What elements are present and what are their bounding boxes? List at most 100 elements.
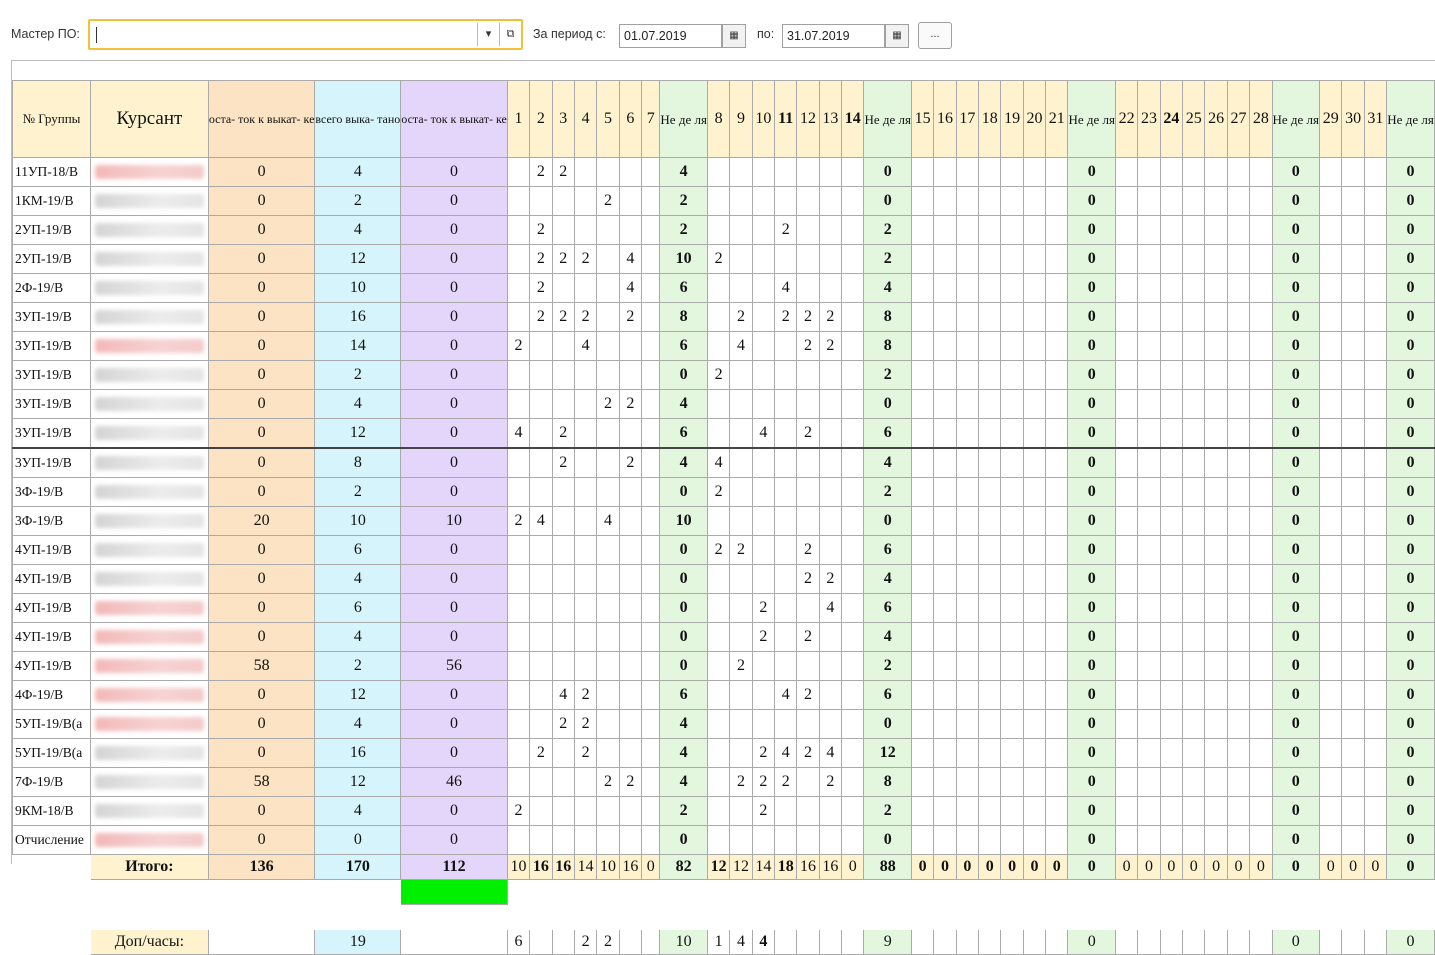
day-cell	[1159, 418, 1184, 449]
day-cell	[955, 564, 980, 594]
day-cell	[1249, 564, 1273, 594]
day-cell	[1137, 302, 1161, 332]
table-row[interactable]: 5УП-19/В(а 0 4 0 2 2 4 0 0 0 0	[12, 709, 1435, 739]
day-cell	[596, 418, 620, 449]
table-row[interactable]: 3УП-19/В 0 2 0 0 2 2 0 0 0	[12, 360, 1435, 390]
day-cell	[551, 273, 575, 303]
header-day: 3	[551, 80, 575, 158]
total-driven-cell: 12	[314, 767, 402, 797]
day-cell	[1022, 796, 1047, 826]
table-row[interactable]: 1КМ-19/В 0 2 0 2 2 0 0 0 0	[12, 186, 1435, 216]
table-row[interactable]: 3УП-19/В 0 14 0 2 4 6 4 2 2 8 0 0 0	[12, 331, 1435, 361]
redacted-name	[94, 252, 204, 266]
day-cell	[1341, 215, 1365, 245]
totals-day: 12	[729, 854, 753, 880]
day-cell	[506, 825, 531, 855]
week-total-cell: 0	[1386, 215, 1435, 245]
table-row[interactable]: 3УП-19/В 0 16 0 2 2 2 2 8 2 2 2 2 8 0 0 0	[12, 302, 1435, 332]
day-cell	[978, 389, 1002, 419]
day-cell	[1000, 622, 1024, 652]
table-row[interactable]: 4УП-19/В 0 4 0 0 2 2 4 0 0 0	[12, 564, 1435, 594]
day-cell: 4	[618, 244, 643, 274]
table-row[interactable]: 4Ф-19/В 0 12 0 4 2 6 4 2 6 0 0 0	[12, 680, 1435, 710]
day-cell	[796, 389, 820, 419]
day-cell	[751, 273, 776, 303]
totals-day: 0	[1341, 854, 1365, 880]
calendar-to-icon[interactable]: ▦	[885, 24, 909, 48]
day-cell	[729, 680, 753, 710]
empty-cell	[208, 905, 315, 930]
table-row[interactable]: 3УП-19/В 0 8 0 2 2 4 4 4 0 0 0	[12, 447, 1435, 478]
day-cell	[706, 593, 731, 623]
remaining-before-cell: 0	[207, 215, 316, 245]
day-cell	[910, 360, 935, 390]
day-cell	[618, 506, 643, 536]
day-cell	[1045, 738, 1069, 768]
day-cell: 2	[551, 244, 575, 274]
day-cell	[1159, 360, 1184, 390]
table-row[interactable]: 4УП-19/В 0 6 0 0 2 4 6 0 0 0	[12, 593, 1435, 623]
day-cell	[1022, 215, 1047, 245]
day-cell	[529, 564, 553, 594]
header-day: 12	[796, 80, 820, 158]
table-row[interactable]: 11УП-18/В 0 4 0 2 2 4 0 0 0 0	[12, 157, 1435, 187]
date-from-field[interactable]: 01.07.2019	[619, 24, 722, 48]
table-row[interactable]: 2УП-19/В 0 12 0 2 2 2 4 10 2 2 0 0 0	[12, 244, 1435, 274]
table-row[interactable]: 9КМ-18/В 0 4 0 2 2 2 2 0 0 0	[12, 796, 1435, 826]
day-cell	[910, 157, 935, 187]
select-period-button[interactable]: ...	[918, 22, 952, 49]
day-cell	[1363, 622, 1388, 652]
day-cell	[955, 535, 980, 565]
day-cell	[1319, 186, 1343, 216]
week-total-cell: 0	[1067, 389, 1116, 419]
date-to-field[interactable]: 31.07.2019	[782, 24, 885, 48]
dropdown-arrow-icon[interactable]: ▾	[477, 23, 499, 46]
day-cell: 2	[751, 593, 776, 623]
day-cell	[1319, 331, 1343, 361]
day-cell	[573, 564, 598, 594]
day-cell	[1114, 564, 1139, 594]
table-row[interactable]: 3УП-19/В 0 12 0 4 2 6 4 2 6 0 0 0	[12, 418, 1435, 449]
table-row[interactable]: 3Ф-19/В 20 10 10 2 4 4 10 0 0 0 0	[12, 506, 1435, 536]
calendar-from-icon[interactable]: ▦	[722, 24, 746, 48]
table-row[interactable]: 2Ф-19/В 0 10 0 2 4 6 4 4 0 0 0	[12, 273, 1435, 303]
day-cell	[1182, 622, 1206, 652]
table-row[interactable]: Отчисление 0 0 0 0 0 0 0 0	[12, 825, 1435, 855]
extra-week: 10	[659, 929, 708, 955]
day-cell	[1022, 738, 1047, 768]
day-cell	[774, 477, 798, 507]
day-cell	[618, 157, 643, 187]
table-row[interactable]: 4УП-19/В 58 2 56 0 2 2 0 0 0	[12, 651, 1435, 681]
total-driven-cell: 16	[314, 738, 402, 768]
table-row[interactable]: 3УП-19/В 0 4 0 2 2 4 0 0 0 0	[12, 389, 1435, 419]
remaining-after-cell: 46	[400, 767, 508, 797]
master-field[interactable]: ▾ ⧉	[88, 19, 523, 50]
table-row[interactable]: 7Ф-19/В 58 12 46 2 2 4 2 2 2 2 8 0 0 0	[12, 767, 1435, 797]
week-total-cell: 0	[1271, 506, 1321, 536]
remaining-after-cell: 0	[400, 796, 508, 826]
day-cell	[1341, 389, 1365, 419]
empty-cell	[1320, 905, 1342, 930]
table-row[interactable]: 5УП-19/В(а 0 16 0 2 2 4 2 4 2 4 12 0 0 0	[12, 738, 1435, 768]
remaining-after-cell: 0	[400, 535, 508, 565]
day-cell	[573, 477, 598, 507]
day-cell	[1114, 418, 1139, 449]
day-cell	[1363, 738, 1388, 768]
week-total-cell: 6	[863, 680, 912, 710]
day-cell	[640, 535, 661, 565]
day-cell	[551, 738, 575, 768]
header-remaining-before: оста- ток к выкат- ке	[207, 80, 316, 158]
empty-cell	[597, 905, 619, 930]
day-cell	[529, 535, 553, 565]
remaining-after-cell: 0	[400, 389, 508, 419]
table-row[interactable]: 4УП-19/В 0 6 0 0 2 2 2 6 0 0 0	[12, 535, 1435, 565]
empty-cell	[864, 880, 912, 905]
day-cell	[933, 651, 957, 681]
open-form-icon[interactable]: ⧉	[499, 23, 521, 46]
table-row[interactable]: 4УП-19/В 0 4 0 0 2 2 4 0 0 0	[12, 622, 1435, 652]
day-cell	[1159, 767, 1184, 797]
remaining-before-cell: 0	[207, 535, 316, 565]
table-row[interactable]: 2УП-19/В 0 4 0 2 2 2 2 0 0 0	[12, 215, 1435, 245]
day-cell: 2	[529, 157, 553, 187]
table-row[interactable]: 3Ф-19/В 0 2 0 0 2 2 0 0 0	[12, 477, 1435, 507]
